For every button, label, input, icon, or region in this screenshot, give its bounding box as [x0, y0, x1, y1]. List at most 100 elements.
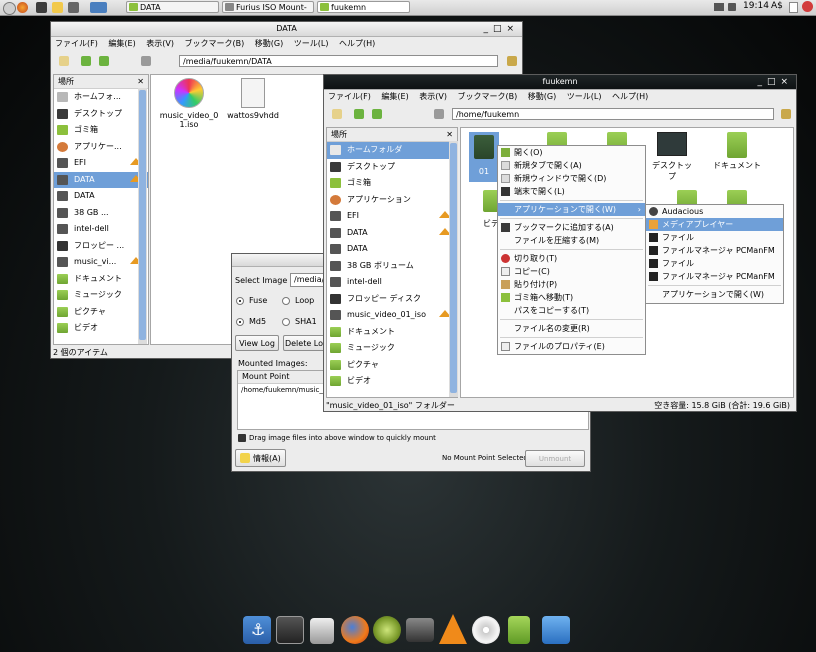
- new-tab-icon[interactable]: [59, 56, 69, 66]
- menu-file[interactable]: ファイル(F): [55, 39, 98, 48]
- terminal-icon[interactable]: [36, 2, 47, 13]
- menu-item-compress[interactable]: ファイルを圧縮する(M): [498, 234, 645, 247]
- camera-icon[interactable]: [406, 618, 434, 642]
- sidebar-item-data[interactable]: DATA: [54, 171, 148, 188]
- menu-help[interactable]: ヘルプ(H): [339, 39, 375, 48]
- file-item-selected[interactable]: 01: [469, 132, 499, 182]
- sidebar-item-music[interactable]: ミュージック: [54, 287, 148, 304]
- window-controls[interactable]: _□×: [757, 75, 793, 89]
- submenu-item-media-player[interactable]: メディアプレイヤー: [646, 218, 783, 231]
- menu-view[interactable]: 表示(V): [419, 92, 447, 101]
- volume-icon[interactable]: [728, 3, 736, 11]
- scrollbar-thumb[interactable]: [450, 143, 457, 393]
- sidebar-item-documents[interactable]: ドキュメント: [327, 324, 457, 341]
- file-item-desktop[interactable]: デスクトップ: [649, 132, 695, 182]
- sidebar-scrollbar[interactable]: [138, 88, 147, 344]
- sidebar-item-music[interactable]: ミュージック: [327, 340, 457, 357]
- home-icon[interactable]: [434, 109, 444, 119]
- window-list-icon[interactable]: [68, 2, 79, 13]
- clock[interactable]: 19:14: [743, 1, 769, 11]
- input-indicator[interactable]: A$: [771, 1, 783, 11]
- media-icon[interactable]: [373, 616, 401, 644]
- sidebar-item-applications[interactable]: アプリケーション: [327, 192, 457, 209]
- sidebar-item-intel-dell[interactable]: intel-dell: [54, 221, 148, 238]
- new-tab-icon[interactable]: [332, 109, 342, 119]
- trash-icon[interactable]: [508, 616, 530, 644]
- menu-item-add-bookmark[interactable]: ブックマークに追加する(A): [498, 221, 645, 234]
- sidebar-item-intel-dell[interactable]: intel-dell: [327, 274, 457, 291]
- data-window-titlebar[interactable]: DATA _□×: [51, 22, 522, 37]
- sidebar-item-trash[interactable]: ゴミ箱: [327, 175, 457, 192]
- task-button-furius[interactable]: Furius ISO Mount-: [222, 1, 314, 13]
- sidebar-item-desktop[interactable]: デスクトップ: [327, 159, 457, 176]
- window-controls[interactable]: _□×: [483, 22, 519, 36]
- sidebar-item-videos[interactable]: ビデオ: [54, 320, 148, 337]
- back-icon[interactable]: [354, 109, 364, 119]
- view-log-button[interactable]: View Log: [235, 335, 279, 351]
- power-icon[interactable]: [3, 2, 16, 15]
- logout-icon[interactable]: [802, 1, 813, 12]
- submenu-item-file[interactable]: ファイル: [646, 231, 783, 244]
- home-icon[interactable]: [141, 56, 151, 66]
- menu-item-copy-path[interactable]: パスをコピーする(T): [498, 304, 645, 317]
- sidebar-item-music-video[interactable]: music_vi...: [54, 254, 148, 271]
- submenu-item-pcmanfm[interactable]: ファイルマネージャ PCManFM: [646, 244, 783, 257]
- menu-view[interactable]: 表示(V): [146, 39, 174, 48]
- menu-item-cut[interactable]: 切り取り(T): [498, 252, 645, 265]
- menu-item-paste[interactable]: 貼り付け(P): [498, 278, 645, 291]
- anchor-icon[interactable]: ⚓: [243, 616, 271, 644]
- menu-item-rename[interactable]: ファイル名の変更(R): [498, 322, 645, 335]
- network-icon[interactable]: [714, 3, 724, 11]
- menu-go[interactable]: 移動(G): [528, 92, 556, 101]
- menu-item-properties[interactable]: ファイルのプロパティ(E): [498, 340, 645, 353]
- folder-icon[interactable]: [52, 2, 63, 13]
- menu-item-open-with[interactable]: アプリケーションで開く(W) ›: [498, 203, 645, 216]
- sidebar-item-music-video[interactable]: music_video_01_iso: [327, 307, 457, 324]
- sidebar-item-data-2[interactable]: DATA: [327, 241, 457, 258]
- submenu-item-pcmanfm-2[interactable]: ファイルマネージャ PCManFM: [646, 270, 783, 283]
- sidebar-item-efi[interactable]: EFI: [327, 208, 457, 225]
- fuse-radio[interactable]: [236, 297, 244, 305]
- sidebar-item-home[interactable]: ホームフォ...: [54, 89, 148, 106]
- menu-tools[interactable]: ツール(L): [567, 92, 602, 101]
- sidebar-item-floppy[interactable]: フロッピー ディスク: [327, 291, 457, 308]
- go-icon[interactable]: [781, 109, 791, 119]
- go-icon[interactable]: [507, 56, 517, 66]
- firefox-icon[interactable]: [341, 616, 369, 644]
- firefox-icon[interactable]: [17, 2, 28, 13]
- submenu-item-open-with[interactable]: アプリケーションで開く(W): [646, 288, 783, 301]
- forward-icon[interactable]: [372, 109, 382, 119]
- close-icon[interactable]: ✕: [446, 128, 453, 141]
- address-bar[interactable]: /home/fuukemn: [452, 108, 774, 120]
- menu-tools[interactable]: ツール(L): [294, 39, 329, 48]
- menu-item-open[interactable]: 開く(O): [498, 146, 645, 159]
- menu-item-trash[interactable]: ゴミ箱へ移動(T): [498, 291, 645, 304]
- drive-icon[interactable]: [310, 618, 334, 644]
- disc-icon[interactable]: [472, 616, 500, 644]
- sidebar-item-38gb[interactable]: 38 GB ボリューム: [327, 258, 457, 275]
- show-desktop-icon[interactable]: [90, 2, 107, 13]
- home-window-titlebar[interactable]: fuukemn _□×: [324, 75, 796, 90]
- submenu-item-audacious[interactable]: Audacious: [646, 205, 783, 218]
- scrollbar-thumb[interactable]: [139, 90, 146, 340]
- menu-item-open-tab[interactable]: 新規タブで開く(A): [498, 159, 645, 172]
- sidebar-item-videos[interactable]: ビデオ: [327, 373, 457, 390]
- file-item-vhdd[interactable]: wattos9vhdd: [223, 78, 283, 120]
- address-bar[interactable]: /media/fuukemn/DATA: [179, 55, 498, 67]
- sidebar-item-pictures[interactable]: ピクチャ: [327, 357, 457, 374]
- sidebar-item-efi[interactable]: EFI: [54, 155, 148, 172]
- file-item-documents[interactable]: ドキュメント: [707, 132, 767, 171]
- sidebar-item-home[interactable]: ホームフォルダ: [327, 142, 457, 159]
- menu-help[interactable]: ヘルプ(H): [612, 92, 648, 101]
- menu-edit[interactable]: 編集(E): [108, 39, 135, 48]
- sidebar-item-data-2[interactable]: DATA: [54, 188, 148, 205]
- submenu-item-file-2[interactable]: ファイル: [646, 257, 783, 270]
- sidebar-item-documents[interactable]: ドキュメント: [54, 271, 148, 288]
- menu-bookmarks[interactable]: ブックマーク(B): [458, 92, 518, 101]
- sidebar-item-trash[interactable]: ゴミ箱: [54, 122, 148, 139]
- sidebar-item-38gb[interactable]: 38 GB ...: [54, 205, 148, 222]
- sidebar-item-applications[interactable]: アプリケー...: [54, 139, 148, 156]
- loop-radio[interactable]: [282, 297, 290, 305]
- unmount-button[interactable]: Unmount: [525, 450, 585, 467]
- sidebar-item-floppy[interactable]: フロッピー ...: [54, 238, 148, 255]
